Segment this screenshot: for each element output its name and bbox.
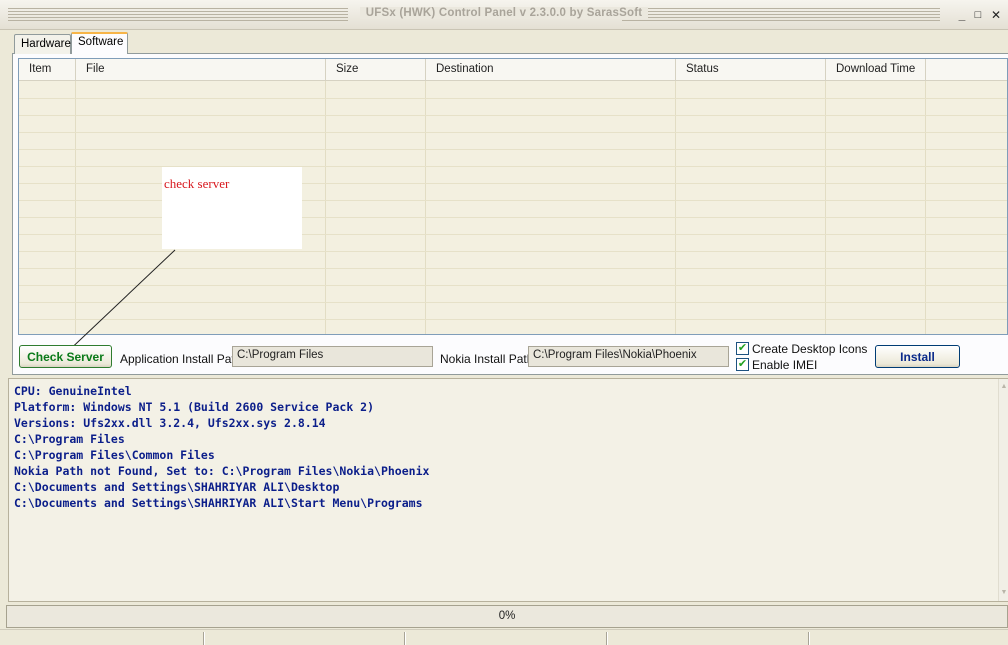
- grid-row-line: [19, 149, 1007, 150]
- tab-hardware[interactable]: Hardware: [14, 34, 71, 54]
- log-line: C:\Program Files: [14, 432, 125, 446]
- annotation-box: check server: [162, 167, 302, 249]
- close-icon: ✕: [990, 8, 1002, 22]
- status-bar-divider: [606, 632, 608, 645]
- grid-row-line: [19, 268, 1007, 269]
- grid-row-line: [19, 98, 1007, 99]
- grid-row-line: [19, 132, 1007, 133]
- enable-imei-label: Enable IMEI: [752, 358, 818, 372]
- column-header-file[interactable]: File: [76, 59, 326, 81]
- log-line: C:\Documents and Settings\SHAHRIYAR ALI\…: [14, 496, 423, 510]
- grid-row-line: [19, 251, 1007, 252]
- grid-header: Item File Size Destination Status Downlo…: [19, 59, 1007, 81]
- tab-label: Software: [78, 36, 124, 48]
- log-line: Versions: Ufs2xx.dll 3.2.4, Ufs2xx.sys 2…: [14, 416, 326, 430]
- title-bar[interactable]: UFSx (HWK) Control Panel v 2.3.0.0 by Sa…: [0, 0, 1008, 30]
- column-header-item[interactable]: Item: [19, 59, 76, 81]
- log-scrollbar[interactable]: ▲ ▼: [998, 379, 1008, 601]
- close-button[interactable]: ✕: [988, 7, 1004, 23]
- column-header-status[interactable]: Status: [676, 59, 826, 81]
- create-desktop-icons-label: Create Desktop Icons: [752, 342, 868, 356]
- nokia-install-path-field[interactable]: C:\Program Files\Nokia\Phoenix: [528, 346, 729, 367]
- app-install-path-field[interactable]: C:\Program Files: [232, 346, 433, 367]
- grid-row-line: [19, 115, 1007, 116]
- maximize-icon: □: [974, 9, 982, 21]
- grid-row-line: [19, 302, 1007, 303]
- log-line: Nokia Path not Found, Set to: C:\Program…: [14, 464, 430, 478]
- status-bar: [0, 629, 1008, 645]
- tab-label: Hardware: [21, 38, 71, 50]
- minimize-button[interactable]: _: [954, 7, 970, 23]
- status-bar-divider: [404, 632, 406, 645]
- progress-label: 0%: [498, 610, 516, 622]
- log-line: C:\Documents and Settings\SHAHRIYAR ALI\…: [14, 480, 340, 494]
- annotation-text: check server: [164, 176, 230, 191]
- checkmark-icon: ✔: [737, 342, 748, 354]
- maximize-button[interactable]: □: [970, 7, 986, 23]
- column-header-destination[interactable]: Destination: [426, 59, 676, 81]
- grid-row-line: [19, 319, 1007, 320]
- status-bar-divider: [808, 632, 810, 645]
- progress-bar: 0%: [6, 605, 1008, 628]
- status-bar-divider: [203, 632, 205, 645]
- tab-software[interactable]: Software: [71, 32, 128, 54]
- log-output[interactable]: CPU: GenuineIntel Platform: Windows NT 5.…: [8, 378, 1008, 602]
- log-line: C:\Program Files\Common Files: [14, 448, 215, 462]
- create-desktop-icons-checkbox[interactable]: ✔: [736, 342, 749, 355]
- minimize-icon: _: [958, 8, 966, 22]
- grid-row-line: [19, 285, 1007, 286]
- button-label: Install: [900, 350, 935, 364]
- app-install-path-label: Application Install Path: [120, 352, 242, 366]
- enable-imei-checkbox[interactable]: ✔: [736, 358, 749, 371]
- column-header-size[interactable]: Size: [326, 59, 426, 81]
- log-line: CPU: GenuineIntel: [14, 384, 132, 398]
- install-button[interactable]: Install: [875, 345, 960, 368]
- nokia-install-path-label: Nokia Install Path: [440, 352, 534, 366]
- scroll-down-arrow-icon[interactable]: ▼: [999, 587, 1008, 599]
- log-line: Platform: Windows NT 5.1 (Build 2600 Ser…: [14, 400, 375, 414]
- column-header-download-time[interactable]: Download Time: [826, 59, 926, 81]
- check-server-button[interactable]: Check Server: [19, 345, 112, 368]
- scroll-up-arrow-icon[interactable]: ▲: [999, 381, 1008, 393]
- button-label: Check Server: [27, 350, 104, 364]
- log-lines: CPU: GenuineIntel Platform: Windows NT 5.…: [14, 383, 429, 511]
- checkmark-icon: ✔: [737, 358, 748, 370]
- window-title: UFSx (HWK) Control Panel v 2.3.0.0 by Sa…: [0, 7, 1008, 19]
